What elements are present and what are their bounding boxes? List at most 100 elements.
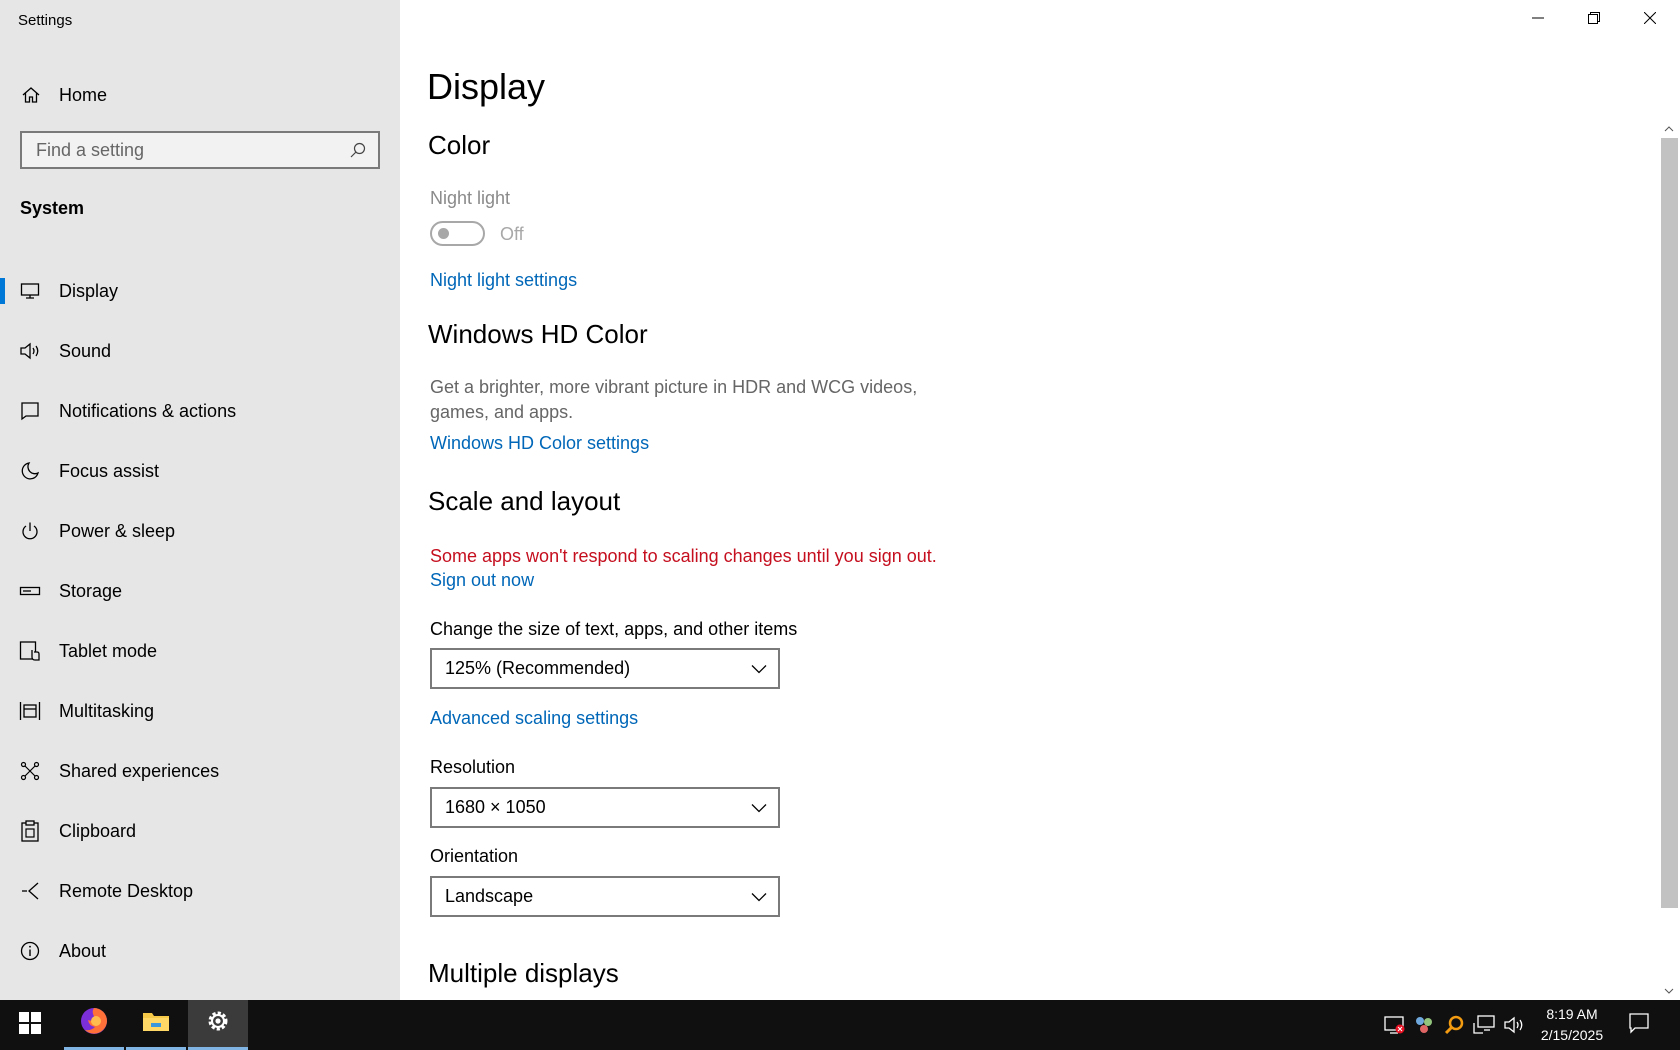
sidebar-item-label: Notifications & actions <box>59 400 237 421</box>
page-title: Display <box>427 66 546 107</box>
resolution-dropdown[interactable]: 1680 × 1050 <box>430 787 780 828</box>
search-icon[interactable] <box>348 140 368 160</box>
minimize-icon <box>1532 11 1544 29</box>
remote-desktop-icon <box>19 880 41 902</box>
tray-network-icon[interactable] <box>1472 1013 1496 1037</box>
minimize-button[interactable] <box>1510 0 1566 40</box>
scroll-up-button[interactable] <box>1658 118 1680 138</box>
sidebar-item-label: Clipboard <box>59 820 137 841</box>
home-button[interactable]: Home <box>0 75 400 115</box>
taskbar: 8:19 AM 2/15/2025 <box>0 1000 1680 1050</box>
restore-button[interactable] <box>1566 0 1622 40</box>
sidebar-item-label: Remote Desktop <box>59 880 194 901</box>
home-icon <box>20 84 42 106</box>
clock-date: 2/15/2025 <box>1540 1027 1604 1043</box>
notification-icon <box>19 400 41 422</box>
sidebar-item-sound[interactable]: Sound <box>0 321 400 381</box>
sidebar-nav: Display Sound Notifications & actions Fo… <box>0 261 400 981</box>
scale-dropdown[interactable]: 125% (Recommended) <box>430 648 780 689</box>
sidebar-item-focus-assist[interactable]: Focus assist <box>0 441 400 501</box>
sidebar-item-label: Focus assist <box>59 460 160 481</box>
sidebar-item-label: About <box>59 940 107 961</box>
clipboard-icon <box>19 820 41 842</box>
chevron-down-icon <box>750 799 768 817</box>
scroll-thumb[interactable] <box>1661 138 1678 908</box>
speaker-icon <box>19 340 41 362</box>
home-label: Home <box>59 84 108 105</box>
scroll-down-button[interactable] <box>1658 980 1680 1000</box>
orientation-value: Landscape <box>445 886 534 906</box>
storage-icon <box>19 580 41 602</box>
sign-out-now-link[interactable]: Sign out now <box>430 570 534 591</box>
monitor-icon <box>19 280 41 302</box>
sidebar-item-label: Multitasking <box>59 700 155 721</box>
color-heading: Color <box>428 130 491 160</box>
scale-value: 125% (Recommended) <box>445 658 631 678</box>
sidebar-item-power-sleep[interactable]: Power & sleep <box>0 501 400 561</box>
close-button[interactable] <box>1622 0 1678 40</box>
tray-volume-icon[interactable] <box>1502 1013 1526 1037</box>
sidebar-item-label: Shared experiences <box>59 760 220 781</box>
action-center-button[interactable] <box>1627 1012 1651 1039</box>
start-icon <box>19 1011 41 1039</box>
restore-icon <box>1588 11 1600 29</box>
night-light-label: Night light <box>430 188 511 208</box>
firefox-icon <box>79 1006 109 1041</box>
search-input[interactable] <box>22 133 348 167</box>
notification-icon <box>1628 1012 1650 1039</box>
sidebar-item-shared-experiences[interactable]: Shared experiences <box>0 741 400 801</box>
night-light-settings-link[interactable]: Night light settings <box>430 270 577 291</box>
sidebar-item-clipboard[interactable]: Clipboard <box>0 801 400 861</box>
hd-color-settings-link[interactable]: Windows HD Color settings <box>430 433 649 454</box>
tray-security-icon[interactable] <box>1383 1013 1407 1037</box>
sidebar-item-label: Power & sleep <box>59 520 176 541</box>
sidebar-item-notifications[interactable]: Notifications & actions <box>0 381 400 441</box>
toggle-knob <box>438 228 449 239</box>
sidebar: Settings Home System Display Sound <box>0 0 400 1000</box>
file-explorer-icon <box>142 1009 170 1038</box>
sidebar-item-multitasking[interactable]: Multitasking <box>0 681 400 741</box>
taskbar-file-explorer[interactable] <box>126 1000 186 1050</box>
resolution-value: 1680 × 1050 <box>445 797 546 817</box>
app-title: Settings <box>18 12 73 29</box>
search-box[interactable] <box>20 131 380 169</box>
close-icon <box>1643 11 1657 29</box>
advanced-scaling-link[interactable]: Advanced scaling settings <box>430 708 638 729</box>
settings-icon <box>205 1008 231 1039</box>
multiple-displays-heading: Multiple displays <box>428 958 619 988</box>
scale-layout-heading: Scale and layout <box>428 486 621 516</box>
orientation-label: Orientation <box>430 846 519 866</box>
power-icon <box>19 520 41 542</box>
share-icon <box>19 760 41 782</box>
scale-label: Change the size of text, apps, and other… <box>430 619 798 639</box>
sidebar-item-remote-desktop[interactable]: Remote Desktop <box>0 861 400 921</box>
tray-search-tool-icon[interactable] <box>1442 1013 1466 1037</box>
taskbar-settings[interactable] <box>188 1000 248 1050</box>
chevron-down-icon <box>1664 981 1674 999</box>
hd-color-description: Get a brighter, more vibrant picture in … <box>430 377 918 422</box>
night-light-toggle[interactable] <box>430 221 485 246</box>
taskbar-firefox[interactable] <box>64 1000 124 1050</box>
chevron-down-icon <box>750 888 768 906</box>
clock-time: 8:19 AM <box>1546 1006 1598 1022</box>
sidebar-item-about[interactable]: About <box>0 921 400 981</box>
sidebar-item-storage[interactable]: Storage <box>0 561 400 621</box>
orientation-dropdown[interactable]: Landscape <box>430 876 780 917</box>
section-label: System <box>20 198 85 218</box>
sidebar-item-label: Display <box>59 280 119 301</box>
resolution-label: Resolution <box>430 757 516 777</box>
moon-icon <box>19 460 41 482</box>
vertical-scrollbar[interactable] <box>1658 118 1680 1000</box>
sidebar-item-tablet-mode[interactable]: Tablet mode <box>0 621 400 681</box>
sidebar-item-label: Sound <box>59 340 112 361</box>
chevron-down-icon <box>750 660 768 678</box>
night-light-state: Off <box>500 224 524 244</box>
tablet-icon <box>19 640 41 662</box>
chevron-up-icon <box>1664 119 1674 137</box>
taskbar-clock[interactable]: 8:19 AM 2/15/2025 <box>1530 1004 1614 1048</box>
start-button[interactable] <box>0 1000 60 1050</box>
tray-network-share-icon[interactable] <box>1412 1013 1436 1037</box>
scaling-warning: Some apps won't respond to scaling chang… <box>430 546 937 566</box>
multitasking-icon <box>19 700 41 722</box>
sidebar-item-display[interactable]: Display <box>0 261 400 321</box>
